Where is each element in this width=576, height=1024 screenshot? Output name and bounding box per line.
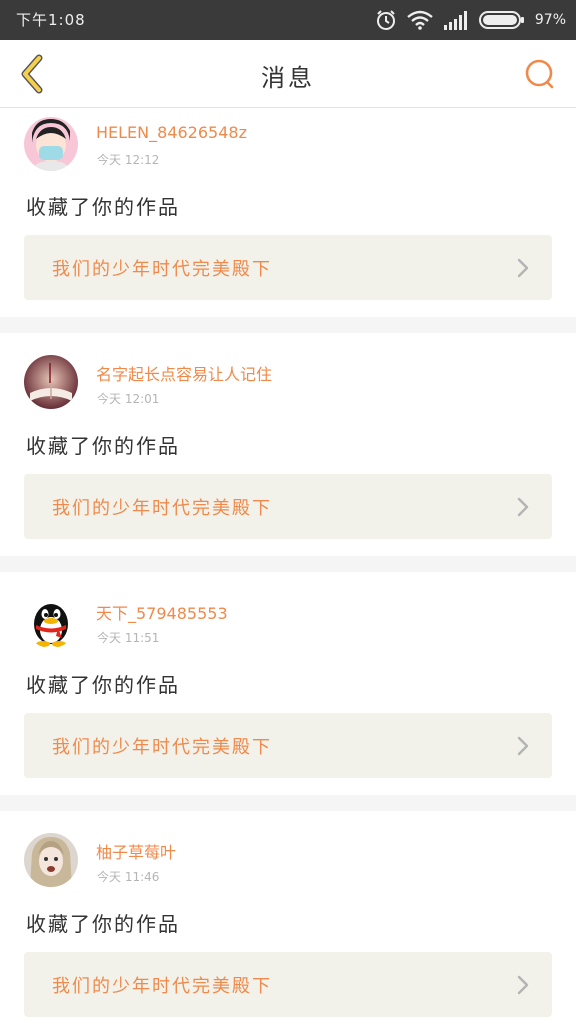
action-text: 收藏了你的作品: [26, 434, 180, 458]
timestamp: 今天 12:01: [97, 392, 160, 406]
timestamp: 今天 12:12: [97, 153, 160, 167]
status-bar: 下午1:08 97%: [0, 0, 576, 40]
list-item: HELEN_84626548z 今天 12:12 收藏了你的作品 我们的少年时代…: [0, 109, 576, 317]
chevron-right-icon: [517, 975, 529, 995]
work-title: 我们的少年时代完美殿下: [52, 737, 272, 758]
search-icon: [525, 59, 554, 89]
person-with-mask-avatar: [24, 117, 78, 171]
chevron-right-icon: [517, 258, 529, 278]
work-title: 我们的少年时代完美殿下: [52, 259, 272, 280]
page-title: 消息: [261, 64, 315, 92]
username[interactable]: 天下_579485553: [96, 600, 228, 624]
username[interactable]: HELEN_84626548z: [96, 123, 247, 142]
wifi-icon: [407, 10, 433, 30]
battery-icon: [478, 11, 524, 29]
chevron-right-icon: [517, 497, 529, 517]
header-bar: 消息: [0, 40, 576, 108]
work-card[interactable]: 我们的少年时代完美殿下: [24, 235, 552, 300]
action-text: 收藏了你的作品: [26, 912, 180, 936]
search-button[interactable]: [520, 54, 560, 94]
divider: [0, 317, 576, 333]
list-item: 柚子草莓叶 今天 11:46 收藏了你的作品 我们的少年时代完美殿下: [0, 811, 576, 1024]
book-photo-avatar: [24, 355, 78, 409]
avatar[interactable]: [24, 117, 78, 171]
status-time: 下午1:08: [16, 11, 86, 29]
username[interactable]: 柚子草莓叶: [96, 839, 176, 863]
status-icons: 97%: [375, 7, 566, 33]
work-card[interactable]: 我们的少年时代完美殿下: [24, 474, 552, 539]
divider: [0, 795, 576, 811]
penguin-avatar: [24, 594, 78, 648]
timestamp: 今天 11:51: [97, 631, 160, 645]
alarm-icon: [376, 10, 395, 30]
avatar[interactable]: [24, 833, 78, 887]
list-item: 天下_579485553 今天 11:51 收藏了你的作品 我们的少年时代完美殿…: [0, 572, 576, 795]
work-card[interactable]: 我们的少年时代完美殿下: [24, 952, 552, 1017]
work-card[interactable]: 我们的少年时代完美殿下: [24, 713, 552, 778]
girl-portrait-avatar: [24, 833, 78, 887]
avatar[interactable]: [24, 594, 78, 648]
timestamp: 今天 11:46: [97, 870, 160, 884]
username[interactable]: 名字起长点容易让人记住: [96, 361, 272, 385]
work-title: 我们的少年时代完美殿下: [52, 976, 272, 997]
work-title: 我们的少年时代完美殿下: [52, 498, 272, 519]
chevron-right-icon: [517, 736, 529, 756]
battery-percent: 97%: [534, 12, 566, 28]
divider: [0, 556, 576, 572]
message-list: HELEN_84626548z 今天 12:12 收藏了你的作品 我们的少年时代…: [0, 109, 576, 1024]
list-item: 名字起长点容易让人记住 今天 12:01 收藏了你的作品 我们的少年时代完美殿下: [0, 333, 576, 556]
action-text: 收藏了你的作品: [26, 195, 180, 219]
action-text: 收藏了你的作品: [26, 673, 180, 697]
signal-icon: [443, 11, 467, 30]
avatar[interactable]: [24, 355, 78, 409]
